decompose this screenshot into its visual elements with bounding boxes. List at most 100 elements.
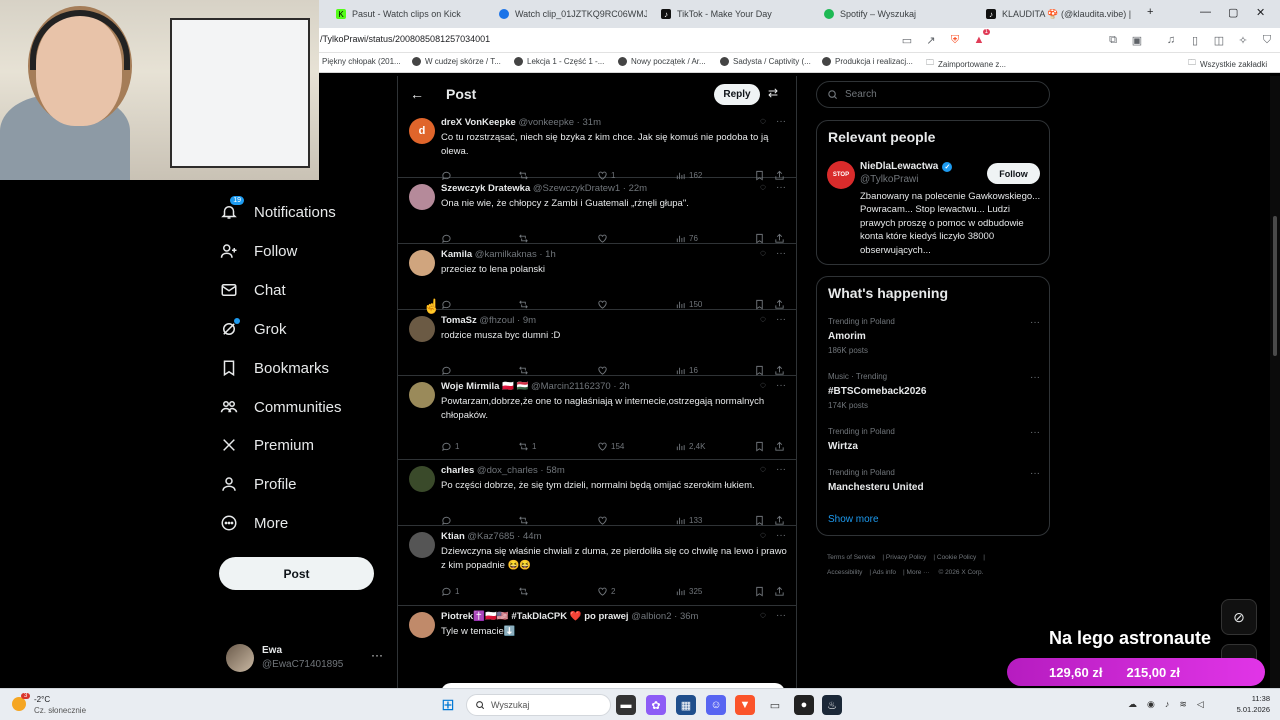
taskbar-search[interactable]: Wyszukaj bbox=[466, 694, 611, 716]
tweet-more-icon[interactable]: ··· bbox=[776, 530, 786, 541]
footer-link[interactable]: Ads info bbox=[873, 569, 897, 576]
windows-start-icon[interactable]: ⊞ bbox=[438, 695, 458, 715]
avatar[interactable] bbox=[409, 466, 435, 492]
tweet-time[interactable]: 44m bbox=[523, 531, 541, 542]
bookmark-action[interactable] bbox=[754, 365, 765, 376]
sidebar-item-notifications[interactable]: 19 Notifications bbox=[218, 196, 336, 227]
tweet-more-icon[interactable]: ··· bbox=[776, 182, 786, 193]
bookmark-action[interactable] bbox=[754, 441, 765, 452]
browser-tab-tiktok[interactable]: ♪ TikTok - Make Your Day bbox=[661, 4, 811, 24]
reply-action[interactable] bbox=[441, 299, 455, 310]
avatar[interactable] bbox=[409, 532, 435, 558]
tweet-more-icon[interactable]: ··· bbox=[776, 380, 786, 391]
like-action[interactable] bbox=[597, 365, 611, 376]
tweet-time[interactable]: 31m bbox=[583, 117, 601, 128]
reply-action[interactable]: 1 bbox=[441, 441, 459, 452]
trend-item[interactable]: Trending in Poland Amorim 186K posts ··· bbox=[828, 317, 1040, 355]
sidebar-item-follow[interactable]: Follow bbox=[218, 236, 297, 266]
tweet-time[interactable]: 2h bbox=[619, 381, 630, 392]
reply-action[interactable] bbox=[441, 365, 455, 376]
avatar[interactable] bbox=[409, 250, 435, 276]
bookmark-action[interactable] bbox=[754, 586, 765, 597]
account-switcher[interactable]: Ewa @EwaC71401895 ··· bbox=[226, 642, 386, 676]
grok-float-icon[interactable]: ⊘ bbox=[1221, 599, 1257, 635]
trend-item[interactable]: Music · Trending #BTSComeback2026 174K p… bbox=[828, 372, 1040, 410]
store-icon[interactable]: ▦ bbox=[676, 695, 696, 715]
avatar[interactable]: STOP bbox=[827, 161, 855, 189]
tweet-item[interactable]: Szewczyk Dratewka @SzewczykDratew1 · 22m… bbox=[398, 178, 796, 244]
wallet-icon[interactable]: ◫ bbox=[1212, 33, 1226, 47]
bookmark-item[interactable]: Lekcja 1 - Część 1 -... bbox=[514, 57, 604, 66]
wifi-icon[interactable]: ≋ bbox=[1179, 699, 1187, 710]
tweet-author-name[interactable]: TomaSz bbox=[441, 315, 477, 326]
url-field[interactable]: /TylkoPrawi/status/2008085081257034001 bbox=[320, 34, 490, 44]
microphone-icon[interactable]: ♪ bbox=[1165, 699, 1170, 710]
maximize-icon[interactable]: ▢ bbox=[1228, 6, 1238, 19]
footer-link[interactable]: Privacy Policy bbox=[886, 554, 926, 561]
tweet-time[interactable]: 22m bbox=[629, 183, 647, 194]
like-action[interactable]: 2 bbox=[597, 586, 615, 597]
show-more-link[interactable]: Show more bbox=[828, 514, 879, 525]
tweet-author-name[interactable]: Piotrek✝️🇵🇱🇺🇸 #TakDlaCPK ❤️ po prawej bbox=[441, 611, 629, 622]
reply-action[interactable] bbox=[441, 515, 455, 526]
browser-tab-klaudita[interactable]: ♪KLAUDITA 🍄 (@klaudita.vibe) | Tik... bbox=[986, 4, 1132, 24]
bookmark-item[interactable]: Produkcja i realizacj... bbox=[822, 57, 913, 66]
views-action[interactable]: 325 bbox=[675, 586, 702, 597]
views-action[interactable]: 16 bbox=[675, 365, 698, 376]
sidebar-item-bookmarks[interactable]: Bookmarks bbox=[218, 353, 329, 383]
avatar[interactable]: d bbox=[409, 118, 435, 144]
share-action[interactable] bbox=[774, 365, 785, 376]
new-tab-icon[interactable]: + bbox=[1147, 6, 1153, 18]
sidebar-item-profile[interactable]: Profile bbox=[218, 469, 297, 499]
tweet-item[interactable]: Woje Mirmila 🇵🇱 🇭🇺 @Marcin21162370 · 2h ◌… bbox=[398, 376, 796, 460]
tweet-author-name[interactable]: Szewczyk Dratewka bbox=[441, 183, 530, 194]
repost-action[interactable] bbox=[518, 365, 532, 376]
reply-action[interactable] bbox=[441, 233, 455, 244]
tweet-more-icon[interactable]: ··· bbox=[776, 116, 786, 127]
post-button[interactable]: Post bbox=[219, 557, 374, 590]
like-action[interactable] bbox=[597, 233, 611, 244]
taskbar-clock[interactable]: 11:38 5.01.2026 bbox=[1222, 693, 1270, 715]
bookmark-item[interactable]: Sadysta / Captivity (... bbox=[720, 57, 811, 66]
tweet-more-icon[interactable]: ··· bbox=[776, 248, 786, 259]
share-action[interactable] bbox=[774, 441, 785, 452]
reply-action[interactable]: 1 bbox=[441, 586, 459, 597]
brave-shield-icon[interactable]: ⛨ bbox=[948, 33, 962, 47]
trend-more-icon[interactable]: ··· bbox=[1030, 468, 1040, 479]
brave-browser-icon[interactable]: ▼ bbox=[735, 695, 755, 715]
trend-more-icon[interactable]: ··· bbox=[1030, 427, 1040, 438]
like-action[interactable] bbox=[597, 299, 611, 310]
tweet-time[interactable]: 58m bbox=[546, 465, 564, 476]
sidebar-item-premium[interactable]: Premium bbox=[218, 430, 314, 460]
repost-action[interactable] bbox=[518, 299, 532, 310]
trend-item[interactable]: Trending in Poland Manchesteru United ··… bbox=[828, 468, 1040, 493]
screenshot-icon[interactable]: ▣ bbox=[1130, 33, 1144, 47]
sidebar-item-communities[interactable]: Communities bbox=[218, 392, 342, 422]
views-action[interactable]: 150 bbox=[675, 299, 702, 310]
tweet-author-name[interactable]: Woje Mirmila 🇵🇱 🇭🇺 bbox=[441, 381, 528, 392]
minimize-icon[interactable]: — bbox=[1200, 6, 1211, 18]
obs-icon[interactable]: ● bbox=[794, 695, 814, 715]
views-action[interactable]: 76 bbox=[675, 233, 698, 244]
grok-explain-icon[interactable]: ◌ bbox=[760, 314, 766, 325]
brave-rewards-icon[interactable]: ▲ 1 bbox=[972, 29, 990, 47]
tweet-time[interactable]: 36m bbox=[680, 611, 698, 622]
bookmark-action[interactable] bbox=[754, 299, 765, 310]
cloud-icon[interactable]: ☁ bbox=[1128, 699, 1137, 710]
avatar[interactable] bbox=[409, 316, 435, 342]
avatar[interactable] bbox=[409, 382, 435, 408]
sidebar-item-grok[interactable]: Grok bbox=[218, 314, 287, 344]
media-icon[interactable]: ♫ bbox=[1164, 33, 1178, 47]
views-action[interactable]: 2,4K bbox=[675, 441, 705, 452]
repost-action[interactable] bbox=[518, 586, 532, 597]
avatar[interactable] bbox=[409, 612, 435, 638]
bookmark-item[interactable]: W cudzej skórze / T... bbox=[412, 57, 501, 66]
scrollbar-thumb[interactable] bbox=[1273, 216, 1277, 356]
browser-tab-clip[interactable]: Watch clip_01JZTKQ9RC06WMJQ7F...✕ bbox=[499, 4, 647, 24]
bookmark-action[interactable] bbox=[754, 515, 765, 526]
tweet-item[interactable]: TomaSz @fhzoul · 9m ◌ ··· rodzice musza byc… bbox=[398, 310, 796, 376]
grok-explain-icon[interactable]: ◌ bbox=[760, 182, 766, 193]
footer-link[interactable]: Accessibility bbox=[827, 569, 862, 576]
bookmark-item[interactable]: Nowy początek / Ar... bbox=[618, 57, 706, 66]
tweet-item[interactable]: Ktian @Kaz7685 · 44m ◌ ··· Dziewczyna się w… bbox=[398, 526, 796, 606]
